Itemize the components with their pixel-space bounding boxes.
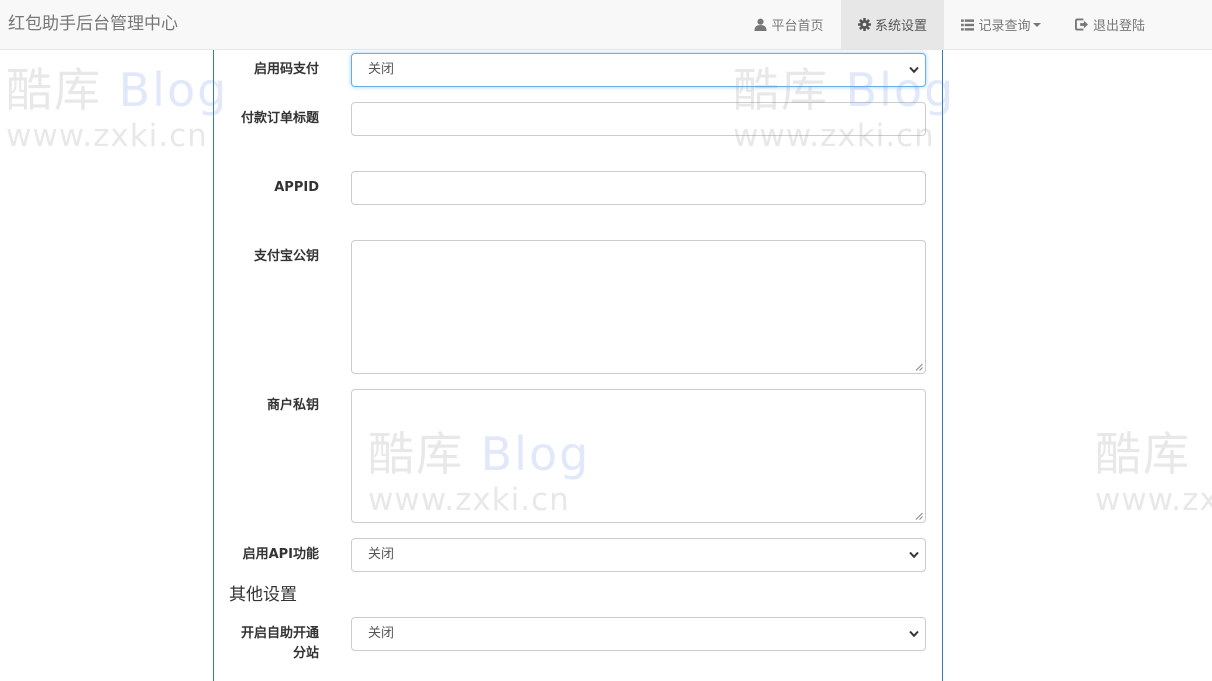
nav-home[interactable]: 平台首页 (738, 0, 840, 49)
watermark-logo: 酷库 Blog www.zxki.cn (1095, 430, 1212, 518)
resize-handle-icon[interactable] (915, 512, 923, 520)
code-pay-select[interactable]: 关闭 (351, 53, 926, 87)
nav-logout[interactable]: 退出登陆 (1058, 0, 1162, 49)
nav-settings[interactable]: 系统设置 (841, 0, 944, 49)
nav-records-label: 记录查询 (978, 19, 1031, 34)
appid-input[interactable] (351, 171, 926, 205)
logout-icon (1075, 18, 1089, 31)
watermark-en-text: Blog (1208, 427, 1212, 481)
api-enable-value: 关闭 (368, 547, 395, 562)
chevron-down-icon (909, 630, 919, 638)
appid-label: APPID (274, 180, 319, 195)
watermark-logo: 酷库 Blog www.zxki.cn (6, 66, 228, 154)
caret-down-icon (1032, 22, 1041, 27)
merchant-privkey-label: 商户私钥 (266, 398, 319, 413)
code-pay-value: 关闭 (368, 62, 395, 77)
chevron-down-icon (909, 551, 919, 559)
settings-panel: 启用码支付 关闭 付款订单标题 APPID 支付宝公钥 商户私钥 启用API功能… (213, 50, 943, 681)
nav-home-label: 平台首页 (771, 19, 824, 34)
watermark-en-text: Blog (118, 63, 229, 117)
api-enable-label: 启用API功能 (242, 547, 319, 562)
gear-icon (857, 18, 871, 31)
alipay-pubkey-textarea[interactable] (351, 240, 926, 374)
user-icon (754, 18, 768, 31)
top-navbar: 红包助手后台管理中心 平台首页 系统设置 记录查询 退出登陆 (0, 0, 1212, 50)
self-substation-select[interactable]: 关闭 (351, 617, 926, 651)
watermark-url: www.zxki.cn (1095, 482, 1212, 518)
api-enable-select[interactable]: 关闭 (351, 538, 926, 572)
nav-logout-label: 退出登陆 (1092, 19, 1145, 34)
chevron-down-icon (909, 66, 919, 74)
watermark-cn-text: 酷库 (1095, 427, 1191, 481)
alipay-pubkey-label: 支付宝公钥 (253, 249, 319, 264)
self-substation-value: 关闭 (368, 626, 395, 641)
resize-handle-icon[interactable] (915, 363, 923, 371)
merchant-privkey-textarea[interactable] (351, 389, 926, 523)
order-title-label: 付款订单标题 (240, 111, 319, 126)
order-title-input[interactable] (351, 102, 926, 136)
nav-settings-label: 系统设置 (874, 19, 927, 34)
brand-title[interactable]: 红包助手后台管理中心 (8, 13, 178, 35)
self-substation-label: 开启自助开通分站 (240, 626, 319, 661)
list-icon (961, 18, 975, 31)
code-pay-label: 启用码支付 (253, 62, 319, 77)
watermark-url: www.zxki.cn (6, 118, 208, 154)
nav-records-dropdown[interactable]: 记录查询 (945, 0, 1057, 49)
other-settings-heading: 其他设置 (229, 585, 297, 605)
watermark-cn-text: 酷库 (6, 63, 102, 117)
